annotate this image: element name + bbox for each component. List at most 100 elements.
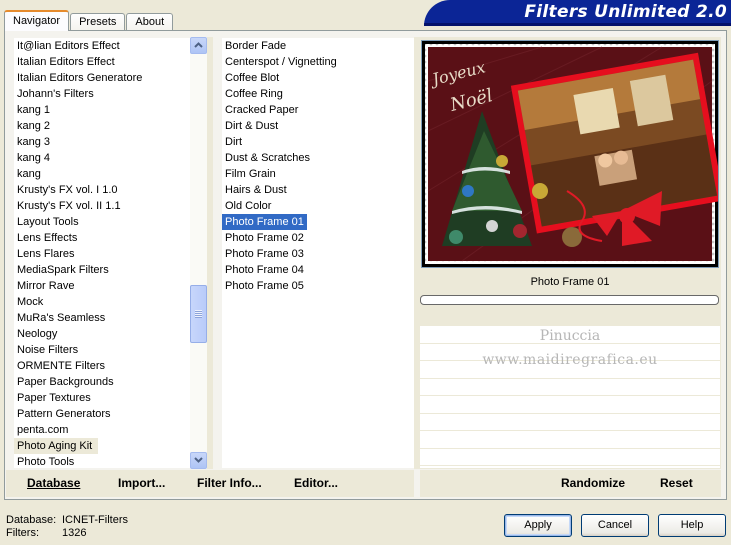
- filter-item[interactable]: Border Fade: [222, 38, 414, 54]
- category-item[interactable]: It@lian Editors Effect: [14, 38, 190, 54]
- database-label: Database: [27, 476, 81, 490]
- database-info-value: ICNET-Filters: [62, 514, 128, 526]
- category-item-label: Photo Aging Kit: [14, 438, 99, 454]
- list-divider: [207, 37, 213, 469]
- category-item[interactable]: Italian Editors Effect: [14, 54, 190, 70]
- preview-filter-name: Photo Frame 01: [530, 276, 610, 288]
- tab-navigator[interactable]: Navigator: [4, 10, 70, 31]
- filter-item[interactable]: Photo Frame 05: [222, 278, 414, 294]
- category-item[interactable]: Mirror Rave: [14, 278, 190, 294]
- preview-image-frame: Joyeux Noël: [421, 40, 725, 268]
- tab-strip: Navigator Presets About: [4, 10, 174, 31]
- grip-icon: [195, 310, 202, 318]
- scroll-up-button[interactable]: [190, 37, 207, 54]
- category-item[interactable]: kang 2: [14, 118, 190, 134]
- category-item[interactable]: MediaSpark Filters: [14, 262, 190, 278]
- filter-list[interactable]: Border Fade Centerspot / Vignetting Coffee…: [222, 38, 414, 468]
- filter-item[interactable]: Coffee Ring: [222, 86, 414, 102]
- parameter-row: [420, 449, 720, 466]
- database-button[interactable]: Database: [27, 476, 80, 490]
- category-item[interactable]: penta.com: [14, 422, 190, 438]
- parameter-row: [420, 431, 720, 449]
- category-item-label: Lens Effects: [17, 232, 78, 244]
- filters-count: Filters: 1326: [6, 527, 86, 539]
- filter-item[interactable]: Cracked Paper: [222, 102, 414, 118]
- filter-item[interactable]: Photo Frame 04: [222, 262, 414, 278]
- filter-item[interactable]: Photo Frame 02: [222, 230, 414, 246]
- category-item[interactable]: ORMENTE Filters: [14, 358, 190, 374]
- category-item[interactable]: Johann's Filters: [14, 86, 190, 102]
- editor-button[interactable]: Editor...: [294, 476, 338, 490]
- category-item[interactable]: Layout Tools: [14, 214, 190, 230]
- scroll-down-button[interactable]: [190, 452, 207, 469]
- filter-info-button[interactable]: Filter Info...: [197, 476, 262, 490]
- database-info: Database: ICNET-Filters: [6, 514, 128, 526]
- parameter-area: [420, 326, 720, 468]
- filter-item[interactable]: Dirt & Dust: [222, 118, 414, 134]
- help-button[interactable]: Help: [658, 514, 726, 537]
- filter-item-label: Photo Frame 04: [225, 264, 304, 276]
- import-button[interactable]: Import...: [118, 476, 165, 490]
- filter-item-label: Centerspot / Vignetting: [225, 56, 337, 68]
- category-item[interactable]: Noise Filters: [14, 342, 190, 358]
- filter-item[interactable]: Dust & Scratches: [222, 150, 414, 166]
- category-item[interactable]: kang 3: [14, 134, 190, 150]
- category-item[interactable]: MuRa's Seamless: [14, 310, 190, 326]
- category-item-label: Photo Tools: [17, 456, 75, 468]
- apply-button[interactable]: Apply: [504, 514, 572, 537]
- category-item-label: It@lian Editors Effect: [17, 40, 120, 52]
- filters-count-label: Filters:: [6, 527, 39, 539]
- filter-item[interactable]: Photo Frame 03: [222, 246, 414, 262]
- randomize-button[interactable]: Randomize: [561, 476, 625, 490]
- cancel-button[interactable]: Cancel: [581, 514, 649, 537]
- parameter-row: [420, 379, 720, 396]
- category-item-label: Johann's Filters: [17, 88, 94, 100]
- category-item[interactable]: kang: [14, 166, 190, 182]
- category-item[interactable]: Pattern Generators: [14, 406, 190, 422]
- category-item[interactable]: Krusty's FX vol. II 1.1: [14, 198, 190, 214]
- chevron-up-icon: [194, 42, 203, 48]
- category-item[interactable]: kang 4: [14, 150, 190, 166]
- banner-title: Filters Unlimited 2.0: [524, 2, 727, 22]
- category-item-label: kang: [17, 168, 41, 180]
- category-item-label: Layout Tools: [17, 216, 79, 228]
- category-item-label: Noise Filters: [17, 344, 79, 356]
- category-item[interactable]: Lens Effects: [14, 230, 190, 246]
- category-item-label: Mock: [17, 296, 44, 308]
- category-item[interactable]: kang 1: [14, 102, 190, 118]
- filters-count-value: 1326: [62, 527, 87, 539]
- category-item-label: kang 2: [17, 120, 51, 132]
- category-scrollbar[interactable]: [190, 37, 207, 469]
- category-item-label: penta.com: [17, 424, 69, 436]
- category-item-label: kang 3: [17, 136, 51, 148]
- category-item[interactable]: Photo Tools: [14, 454, 190, 468]
- category-item[interactable]: Italian Editors Generatore: [14, 70, 190, 86]
- filter-item-label: Photo Frame 03: [225, 248, 304, 260]
- category-item[interactable]: Krusty's FX vol. I 1.0: [14, 182, 190, 198]
- category-item[interactable]: Lens Flares: [14, 246, 190, 262]
- filter-item[interactable]: Coffee Blot: [222, 70, 414, 86]
- category-item-label: Krusty's FX vol. II 1.1: [17, 200, 121, 212]
- filter-item[interactable]: Centerspot / Vignetting: [222, 54, 414, 70]
- category-item[interactable]: Paper Textures: [14, 390, 190, 406]
- category-item[interactable]: Mock: [14, 294, 190, 310]
- filter-item[interactable]: Old Color: [222, 198, 414, 214]
- category-item-label: MediaSpark Filters: [17, 264, 109, 276]
- tab-about[interactable]: About: [126, 13, 174, 31]
- category-list[interactable]: It@lian Editors Effect Italian Editors Ef…: [14, 38, 190, 468]
- scroll-thumb[interactable]: [190, 285, 207, 343]
- filter-item[interactable]: Film Grain: [222, 166, 414, 182]
- filter-item-label: Border Fade: [225, 40, 287, 52]
- filter-item-label: Cracked Paper: [225, 104, 299, 116]
- reset-button[interactable]: Reset: [660, 476, 693, 490]
- category-item-label: ORMENTE Filters: [17, 360, 105, 372]
- filter-item[interactable]: Dirt: [222, 134, 414, 150]
- chevron-down-icon: [194, 457, 203, 463]
- category-item[interactable]: Paper Backgrounds: [14, 374, 190, 390]
- filter-item[interactable]: Hairs & Dust: [222, 182, 414, 198]
- filter-item[interactable]: Photo Frame 01: [222, 213, 414, 231]
- category-item[interactable]: Photo Aging Kit: [14, 438, 190, 454]
- tab-presets[interactable]: Presets: [70, 13, 126, 31]
- category-item[interactable]: Neology: [14, 326, 190, 342]
- filter-item-label: Hairs & Dust: [225, 184, 287, 196]
